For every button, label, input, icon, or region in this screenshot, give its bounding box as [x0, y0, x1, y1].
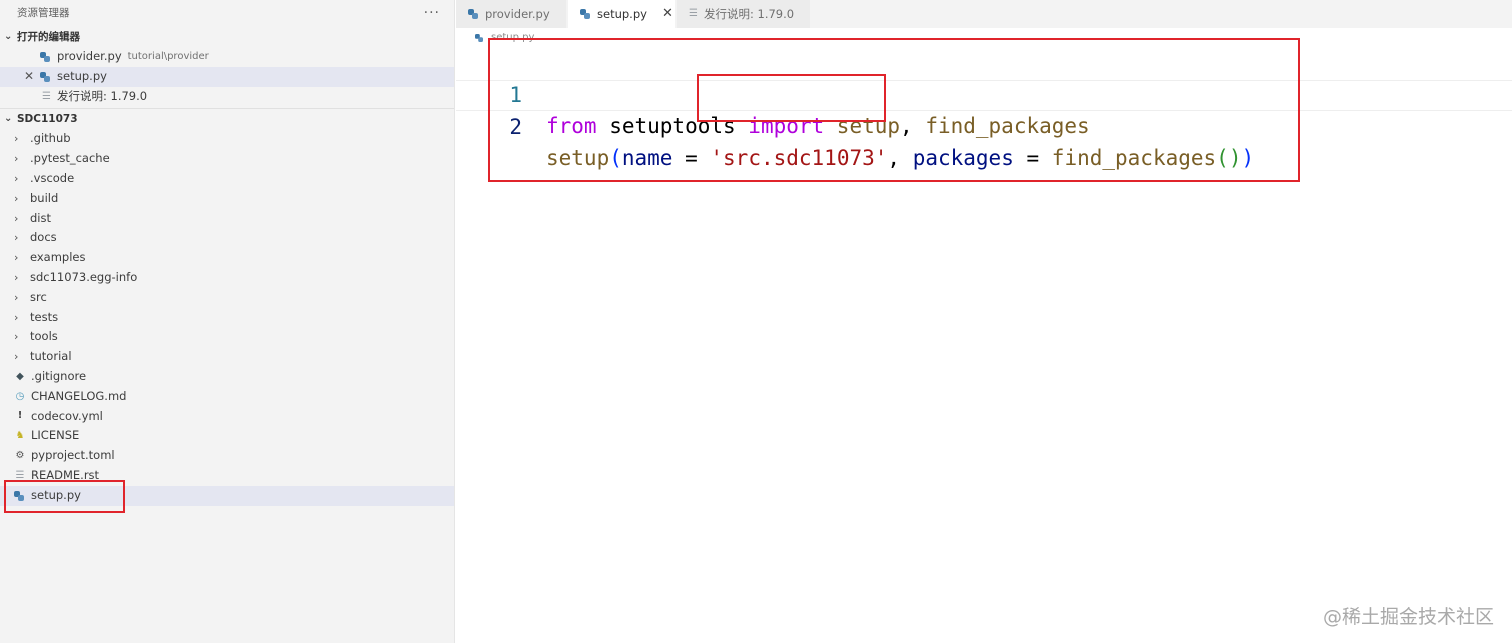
- folder-item[interactable]: › examples: [0, 248, 454, 268]
- close-icon[interactable]: ✕: [24, 67, 34, 87]
- python-file-icon: [40, 71, 50, 82]
- explorer-sidebar: 资源管理器 ··· ⌄ 打开的编辑器 provider.py tutorial\…: [0, 0, 455, 643]
- chevron-right-icon: ›: [14, 330, 19, 344]
- folder-item[interactable]: › dist: [0, 209, 454, 229]
- folder-item[interactable]: › docs: [0, 228, 454, 248]
- open-editor-desc: tutorial\provider: [127, 51, 209, 62]
- open-editor-name: 发行说明: 1.79.0: [56, 88, 148, 103]
- chevron-down-icon: ⌄: [4, 113, 13, 125]
- gear-icon: ⚙: [15, 450, 25, 462]
- close-icon[interactable]: ✕: [662, 0, 673, 28]
- file-item[interactable]: ◆ .gitignore: [0, 367, 454, 387]
- folder-item[interactable]: › .github: [0, 129, 454, 149]
- folder-item[interactable]: › tests: [0, 308, 454, 328]
- chevron-right-icon: ›: [14, 132, 19, 146]
- file-item[interactable]: ⚙ pyproject.toml: [0, 446, 454, 466]
- clock-icon: ◷: [15, 390, 25, 402]
- yaml-icon: !: [17, 410, 23, 422]
- chevron-right-icon: ›: [14, 251, 19, 265]
- open-editor-name: provider.py: [57, 49, 122, 63]
- python-file-icon: [468, 9, 478, 19]
- file-name: CHANGELOG.md: [31, 388, 127, 403]
- chevron-right-icon: ›: [14, 152, 19, 166]
- file-name: .gitignore: [31, 368, 87, 383]
- chevron-right-icon: ›: [14, 191, 19, 205]
- folder-item[interactable]: › tools: [0, 327, 454, 347]
- folder-item[interactable]: › .vscode: [0, 169, 454, 189]
- file-item[interactable]: ♞ LICENSE: [0, 426, 454, 446]
- tab-label: provider.py: [485, 7, 550, 21]
- file-name: LICENSE: [31, 428, 80, 443]
- python-file-icon: [475, 33, 483, 42]
- folder-item[interactable]: › .pytest_cache: [0, 149, 454, 169]
- explorer-header: 资源管理器 ···: [0, 0, 454, 27]
- document-icon: ☰: [42, 90, 51, 102]
- file-name: codecov.yml: [31, 408, 103, 423]
- open-editor-item-setup[interactable]: ✕ setup.py: [0, 66, 454, 87]
- highlight-box-code: [488, 38, 1300, 182]
- highlight-box-sidebar: [4, 480, 125, 513]
- folder-name: src: [30, 289, 47, 304]
- chevron-right-icon: ›: [14, 211, 19, 225]
- folder-name: .pytest_cache: [30, 151, 110, 166]
- git-icon: ◆: [16, 370, 24, 382]
- workspace-section[interactable]: ⌄ SDC11073: [0, 108, 454, 129]
- folder-name: tests: [30, 309, 59, 324]
- open-editors-section[interactable]: ⌄ 打开的编辑器: [0, 27, 454, 47]
- python-file-icon: [580, 9, 590, 19]
- chevron-right-icon: ›: [14, 270, 19, 284]
- chevron-right-icon: ›: [14, 290, 19, 304]
- folder-name: tutorial: [30, 349, 72, 364]
- chevron-right-icon: ›: [14, 350, 19, 364]
- python-file-icon: [40, 51, 50, 62]
- editor-tab-bar: provider.py setup.py ✕ ☰ 发行说明: 1.79.0: [456, 0, 1512, 28]
- document-icon: ☰: [689, 8, 698, 19]
- open-editors-label: 打开的编辑器: [17, 31, 80, 43]
- file-name: pyproject.toml: [31, 448, 115, 463]
- folder-item[interactable]: › sdc11073.egg-info: [0, 268, 454, 288]
- folder-item[interactable]: › tutorial: [0, 347, 454, 367]
- folder-name: tools: [30, 329, 58, 344]
- folder-name: build: [30, 190, 59, 205]
- chevron-right-icon: ›: [14, 171, 19, 185]
- folder-name: sdc11073.egg-info: [30, 269, 138, 284]
- license-icon: ♞: [15, 430, 25, 442]
- folder-name: dist: [30, 210, 51, 225]
- tab-label: 发行说明: 1.79.0: [703, 7, 795, 21]
- open-editor-name: setup.py: [57, 68, 107, 83]
- folder-item[interactable]: › src: [0, 288, 454, 308]
- explorer-title: 资源管理器: [17, 7, 70, 19]
- open-editor-item-provider[interactable]: provider.py tutorial\provider: [0, 47, 454, 67]
- file-item[interactable]: ! codecov.yml: [0, 407, 454, 427]
- folder-name: examples: [30, 250, 86, 265]
- workspace-label: SDC11073: [17, 113, 78, 126]
- file-item[interactable]: ◷ CHANGELOG.md: [0, 387, 454, 407]
- tab-provider[interactable]: provider.py: [456, 0, 567, 28]
- folder-name: .github: [30, 131, 71, 146]
- folder-item[interactable]: › build: [0, 189, 454, 209]
- open-editor-item-release-notes[interactable]: ☰ 发行说明: 1.79.0: [0, 87, 454, 107]
- folder-name: .vscode: [30, 170, 75, 185]
- chevron-right-icon: ›: [14, 310, 19, 324]
- highlight-box-string: [697, 74, 886, 122]
- chevron-right-icon: ›: [14, 231, 19, 245]
- more-actions-icon[interactable]: ···: [424, 0, 440, 27]
- tab-release-notes[interactable]: ☰ 发行说明: 1.79.0: [677, 0, 811, 28]
- watermark: @稀土掘金技术社区: [1322, 606, 1494, 628]
- chevron-down-icon: ⌄: [4, 31, 13, 42]
- tab-label: setup.py: [597, 7, 647, 21]
- folder-name: docs: [30, 230, 57, 245]
- tab-setup[interactable]: setup.py ✕: [568, 0, 676, 28]
- code-editor[interactable]: setup.py 1 from setuptools import setup,…: [456, 28, 1512, 643]
